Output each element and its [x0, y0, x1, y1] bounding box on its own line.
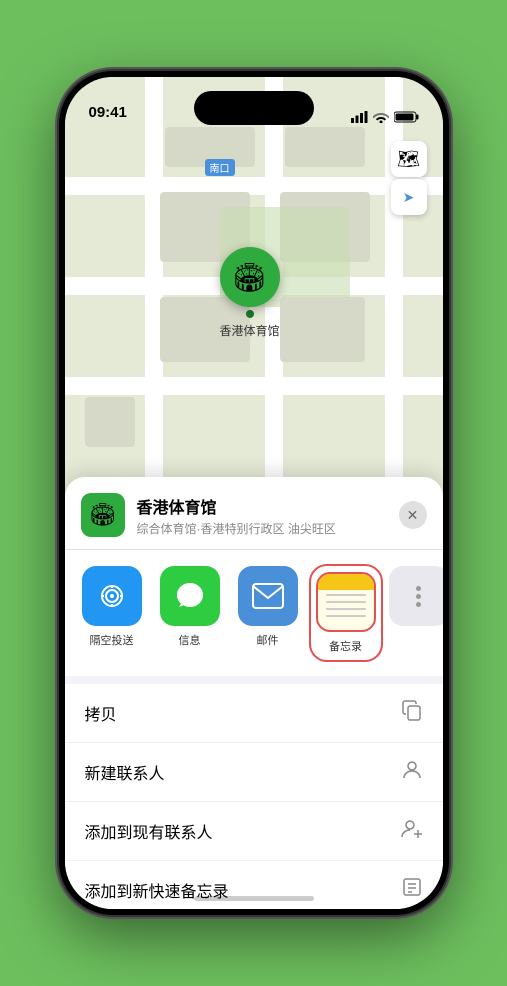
- copy-label: 拷贝: [85, 701, 117, 725]
- share-row: 隔空投送 信息: [65, 550, 443, 684]
- action-new-contact[interactable]: 新建联系人: [65, 743, 443, 802]
- notes-lines: [326, 594, 366, 617]
- notes-icon: [316, 572, 376, 632]
- share-messages[interactable]: 信息: [155, 566, 225, 660]
- more-dots: [416, 586, 421, 607]
- copy-icon: [401, 699, 423, 727]
- action-add-existing[interactable]: 添加到现有联系人: [65, 802, 443, 861]
- action-copy[interactable]: 拷贝: [65, 684, 443, 743]
- dynamic-island: [194, 91, 314, 125]
- pin-emoji: 🏟: [232, 261, 268, 294]
- more-dot-1: [416, 586, 421, 591]
- location-button[interactable]: ➤: [391, 179, 427, 215]
- home-indicator: [194, 896, 314, 901]
- map-view-toggle[interactable]: 🗺: [391, 141, 427, 177]
- share-more[interactable]: [389, 566, 443, 660]
- airdrop-label: 隔空投送: [90, 632, 134, 648]
- notes-label: 备忘录: [329, 638, 362, 654]
- notes-line-4: [326, 615, 366, 617]
- new-contact-icon: [401, 758, 423, 786]
- messages-icon: [160, 566, 220, 626]
- venue-subtitle: 综合体育馆·香港特别行政区 油尖旺区: [137, 520, 399, 537]
- notes-top-bar: [318, 574, 374, 590]
- status-time: 09:41: [89, 104, 127, 123]
- add-notes-icon: [401, 876, 423, 904]
- airdrop-icon: [82, 566, 142, 626]
- add-existing-label: 添加到现有联系人: [85, 819, 213, 843]
- messages-label: 信息: [179, 632, 201, 648]
- new-contact-label: 新建联系人: [85, 760, 165, 784]
- map-area: 南口 🗺 ➤ 🏟 香港体育馆: [65, 77, 443, 497]
- phone-screen: 09:41: [65, 77, 443, 909]
- more-icon: [389, 566, 443, 626]
- battery-icon: [394, 111, 419, 123]
- venue-sheet-icon: 🏟: [81, 493, 125, 537]
- notes-line-2: [326, 601, 366, 603]
- notes-line-1: [326, 594, 366, 596]
- share-mail[interactable]: 邮件: [233, 566, 303, 660]
- pin-label: 香港体育馆: [220, 322, 280, 339]
- map-controls: 🗺 ➤: [391, 141, 427, 215]
- more-dot-3: [416, 602, 421, 607]
- venue-info: 香港体育馆 综合体育馆·香港特别行政区 油尖旺区: [137, 494, 399, 537]
- action-list: 拷贝 新建联系人: [65, 684, 443, 909]
- venue-pin: 🏟 香港体育馆: [220, 247, 280, 339]
- more-dot-2: [416, 594, 421, 599]
- phone-frame: 09:41: [59, 71, 449, 915]
- venue-name: 香港体育馆: [137, 494, 399, 518]
- action-add-notes[interactable]: 添加到新快速备忘录: [65, 861, 443, 909]
- map-label: 南口: [205, 159, 235, 176]
- mail-icon: [238, 566, 298, 626]
- mail-label: 邮件: [257, 632, 279, 648]
- sheet-header: 🏟 香港体育馆 综合体育馆·香港特别行政区 油尖旺区 ✕: [65, 477, 443, 550]
- signal-icon: [351, 111, 368, 123]
- wifi-icon: [373, 111, 389, 123]
- share-airdrop[interactable]: 隔空投送: [77, 566, 147, 660]
- notes-line-3: [326, 608, 366, 610]
- bottom-sheet: 🏟 香港体育馆 综合体育馆·香港特别行政区 油尖旺区 ✕: [65, 477, 443, 909]
- pin-circle: 🏟: [220, 247, 280, 307]
- pin-dot: [246, 310, 254, 318]
- close-button[interactable]: ✕: [399, 501, 427, 529]
- share-notes[interactable]: 备忘录: [311, 566, 381, 660]
- status-icons: [351, 111, 419, 123]
- add-existing-icon: [401, 817, 423, 845]
